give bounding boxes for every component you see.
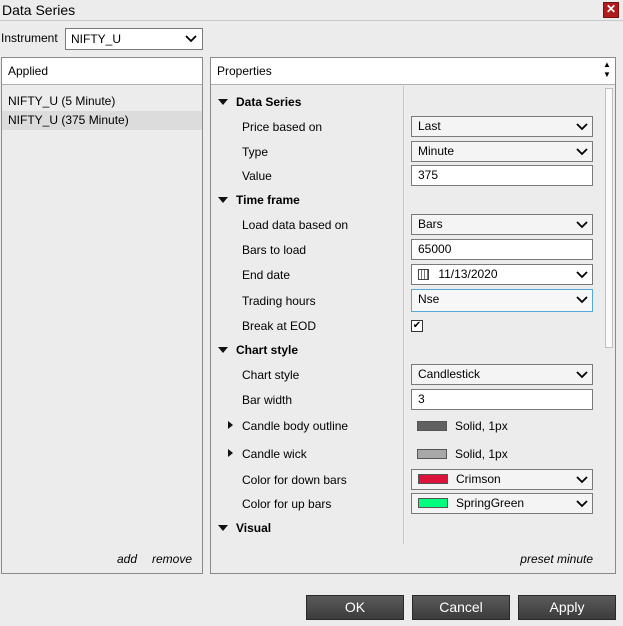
window-title: Data Series	[2, 2, 76, 18]
collapse-icon[interactable]	[218, 197, 228, 203]
value-label: Value	[242, 169, 272, 183]
candle-body-outline-text: Candle body outline	[242, 419, 349, 433]
close-icon[interactable]: ✕	[603, 2, 619, 18]
bars-to-load-input[interactable]: 65000	[411, 239, 593, 260]
title-bar: Data Series ✕	[0, 0, 623, 21]
properties-header: Properties ▲ ▼	[211, 58, 615, 85]
candle-body-outline-value[interactable]: Solid, 1px	[417, 416, 599, 436]
price-based-on-value: Last	[418, 119, 441, 133]
category-time-frame[interactable]: Time frame	[212, 190, 300, 210]
properties-panel: Properties ▲ ▼ Data Series Price based on…	[210, 57, 616, 574]
collapse-icon[interactable]	[218, 99, 228, 105]
candle-wick-label[interactable]: Candle wick	[228, 444, 307, 464]
end-date-picker[interactable]: 11/13/2020	[411, 264, 593, 285]
chevron-down-icon	[576, 494, 588, 508]
chevron-down-icon	[185, 29, 197, 43]
trading-hours-value: Nse	[418, 292, 440, 306]
price-based-on-select[interactable]: Last	[411, 116, 593, 137]
end-date-label: End date	[242, 268, 291, 282]
trading-hours-label: Trading hours	[242, 294, 316, 308]
applied-header: Applied	[2, 58, 202, 85]
candle-body-outline-label[interactable]: Candle body outline	[228, 416, 349, 436]
chart-style-label: Chart style	[242, 368, 300, 382]
scrollbar-thumb[interactable]	[605, 88, 613, 348]
type-label: Type	[242, 145, 269, 159]
end-date-value: 11/13/2020	[438, 267, 498, 281]
remove-link[interactable]: remove	[152, 552, 192, 566]
chevron-down-icon	[576, 470, 588, 484]
value-input[interactable]: 375	[411, 165, 593, 186]
category-title: Time frame	[236, 193, 300, 207]
stroke-text: Solid, 1px	[455, 419, 508, 433]
break-at-eod-label: Break at EOD	[242, 319, 317, 333]
type-select[interactable]: Minute	[411, 141, 593, 162]
candle-wick-text: Candle wick	[242, 447, 307, 461]
bar-width-input[interactable]: 3	[411, 389, 593, 410]
category-visual[interactable]: Visual	[212, 518, 271, 538]
expand-icon[interactable]	[228, 421, 233, 429]
chevron-down-icon	[576, 365, 588, 379]
applied-item[interactable]: NIFTY_U (5 Minute)	[2, 92, 202, 111]
chevron-down-icon	[576, 265, 588, 279]
load-data-select[interactable]: Bars	[411, 214, 593, 235]
column-divider	[403, 86, 404, 544]
ok-button[interactable]: OK	[306, 595, 404, 620]
collapse-icon[interactable]	[218, 525, 228, 531]
chevron-down-icon	[576, 117, 588, 131]
calendar-icon[interactable]	[418, 269, 429, 280]
chevron-down-icon	[576, 142, 588, 156]
category-title: Chart style	[236, 343, 299, 357]
color-down-value: Crimson	[456, 472, 501, 486]
load-data-label: Load data based on	[242, 218, 349, 232]
properties-title: Properties	[217, 64, 272, 78]
bar-width-label: Bar width	[242, 393, 293, 407]
color-swatch	[417, 449, 447, 459]
vertical-scrollbar[interactable]	[603, 86, 614, 544]
collapse-icon[interactable]	[218, 347, 228, 353]
trading-hours-select[interactable]: Nse	[411, 289, 593, 312]
applied-item-selected[interactable]: NIFTY_U (375 Minute)	[2, 111, 202, 130]
color-swatch	[418, 474, 448, 484]
add-link[interactable]: add	[117, 552, 137, 566]
apply-button[interactable]: Apply	[518, 595, 616, 620]
chart-style-select[interactable]: Candlestick	[411, 364, 593, 385]
applied-panel: Applied NIFTY_U (5 Minute) NIFTY_U (375 …	[1, 57, 203, 574]
stroke-text: Solid, 1px	[455, 447, 508, 461]
type-value: Minute	[418, 144, 455, 158]
price-based-on-label: Price based on	[242, 120, 323, 134]
color-swatch	[417, 421, 447, 431]
chevron-down-icon	[576, 215, 588, 229]
break-at-eod-checkbox[interactable]: ✔	[411, 320, 423, 332]
color-down-select[interactable]: Crimson	[411, 469, 593, 490]
category-title: Data Series	[236, 95, 302, 109]
category-data-series[interactable]: Data Series	[212, 92, 301, 112]
chevron-down-icon	[576, 290, 588, 304]
category-chart-style[interactable]: Chart style	[212, 340, 298, 360]
sort-arrows-icon[interactable]: ▲ ▼	[602, 60, 612, 80]
category-title: Visual	[236, 521, 272, 535]
cancel-button[interactable]: Cancel	[412, 595, 510, 620]
color-up-label: Color for up bars	[242, 497, 332, 511]
preset-link[interactable]: preset minute	[520, 552, 593, 566]
property-grid: Data Series Price based on Last Type Min…	[212, 86, 599, 544]
candle-wick-value[interactable]: Solid, 1px	[417, 444, 599, 464]
color-down-label: Color for down bars	[242, 473, 347, 487]
color-up-value: SpringGreen	[456, 496, 525, 510]
color-up-select[interactable]: SpringGreen	[411, 493, 593, 514]
instrument-select[interactable]: NIFTY_U	[65, 28, 203, 50]
bars-to-load-label: Bars to load	[242, 243, 307, 257]
expand-icon[interactable]	[228, 449, 233, 457]
instrument-value: NIFTY_U	[71, 32, 122, 46]
color-swatch	[418, 498, 448, 508]
load-data-value: Bars	[418, 217, 443, 231]
instrument-label: Instrument	[1, 31, 58, 45]
chart-style-value: Candlestick	[418, 367, 481, 381]
